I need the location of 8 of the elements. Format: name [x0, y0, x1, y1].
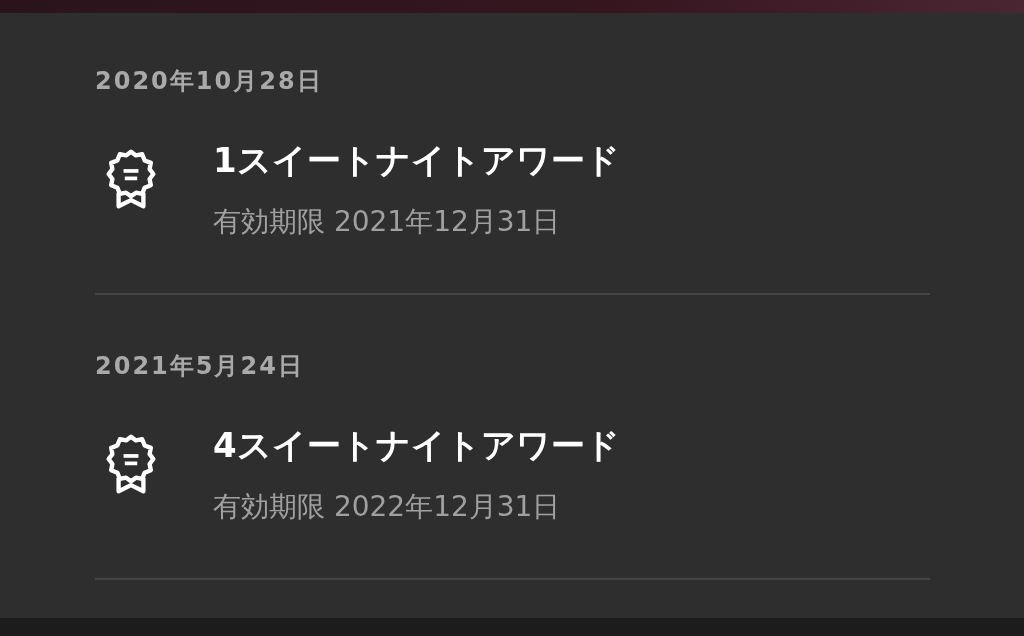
award-title: 4スイートナイトアワード — [213, 425, 620, 465]
award-date: 2020年10月28日 — [95, 66, 324, 96]
award-date: 2021年5月24日 — [95, 351, 305, 381]
expiry-date: 有効期限 2022年12月31日 — [213, 489, 562, 525]
award-title: 1スイートナイトアワード — [213, 140, 620, 180]
expiry-date: 有効期限 2021年12月31日 — [213, 204, 562, 240]
award-ribbon-icon — [106, 433, 156, 495]
award-ribbon-icon — [106, 148, 156, 210]
